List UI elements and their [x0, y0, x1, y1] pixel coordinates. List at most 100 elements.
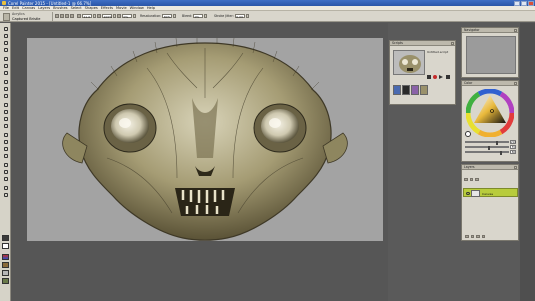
dab-type-icon[interactable]: [60, 13, 64, 18]
script-name[interactable]: Untitled.script: [427, 50, 448, 54]
document-canvas[interactable]: [27, 38, 383, 241]
menu-brushes[interactable]: Brushes: [53, 6, 67, 10]
brush-category[interactable]: Acrylics: [12, 12, 25, 16]
method-icon[interactable]: [70, 13, 74, 18]
layer-row-canvas[interactable]: Canvas: [463, 188, 518, 197]
layer-mask-icon[interactable]: [476, 234, 480, 239]
bleed-field[interactable]: 0%: [193, 13, 204, 18]
stop-icon[interactable]: [427, 75, 431, 79]
script-thumb[interactable]: [402, 85, 410, 95]
transform-icon[interactable]: [2, 63, 9, 69]
paint-bucket-icon[interactable]: [2, 40, 9, 46]
value-slider[interactable]: [465, 151, 509, 155]
lasso-icon[interactable]: [2, 86, 9, 92]
script-thumb[interactable]: [420, 85, 428, 95]
nozzle-selector-icon[interactable]: [2, 278, 9, 284]
menu-canvas[interactable]: Canvas: [22, 6, 35, 10]
eraser-icon[interactable]: [2, 47, 9, 53]
hand-icon[interactable]: [2, 162, 9, 168]
scripts-panel-header[interactable]: Scripts: [390, 41, 455, 46]
scripts-panel-title: Scripts: [392, 41, 403, 45]
value-field[interactable]: 80: [510, 150, 516, 154]
layout-grid-icon[interactable]: [2, 192, 9, 198]
resaturation-arrow[interactable]: [173, 13, 177, 18]
hue-field[interactable]: 210: [510, 140, 516, 144]
script-thumb[interactable]: [393, 85, 401, 95]
menu-file[interactable]: File: [3, 6, 9, 10]
record-icon[interactable]: [433, 75, 437, 79]
grain-field[interactable]: 0%: [122, 13, 132, 18]
bleed-arrow[interactable]: [204, 13, 208, 18]
eye-icon[interactable]: [465, 191, 470, 195]
lock-icon[interactable]: [475, 177, 479, 182]
crop-icon[interactable]: [2, 70, 9, 76]
brush-tool-icon[interactable]: [2, 26, 9, 32]
rectangle-shape-icon[interactable]: [2, 116, 9, 122]
cloner-icon[interactable]: [2, 132, 9, 138]
pattern-selector-icon[interactable]: [2, 262, 9, 268]
menu-layers[interactable]: Layers: [38, 6, 50, 10]
color-panel-header[interactable]: Color: [462, 81, 518, 86]
pen-icon[interactable]: [2, 109, 9, 115]
rubber-stamp-icon[interactable]: [2, 139, 9, 145]
close-window-button[interactable]: [528, 0, 534, 6]
burn-icon[interactable]: [2, 153, 9, 159]
close-icon[interactable]: [450, 41, 454, 45]
gradient-selector-icon[interactable]: [2, 254, 9, 260]
navigator-preview[interactable]: [466, 36, 516, 74]
property-bar: Acrylics Captured Bristle 11.0 100% 0% R…: [0, 11, 535, 22]
stroke-jitter-field[interactable]: 0.00: [234, 13, 245, 18]
brush-variant[interactable]: Captured Bristle: [12, 17, 40, 21]
layers-panel-header[interactable]: Layers: [462, 165, 518, 170]
hue-slider[interactable]: [465, 141, 509, 145]
menu-effects[interactable]: Effects: [101, 6, 113, 10]
brush-icon[interactable]: [3, 12, 10, 21]
grain-arrow[interactable]: [133, 13, 136, 18]
additional-color-swatch[interactable]: [2, 243, 9, 249]
rect-select-icon[interactable]: [2, 79, 9, 85]
rotate-page-icon[interactable]: [2, 176, 9, 182]
maximize-button[interactable]: [521, 0, 527, 6]
zoom-icon[interactable]: [2, 169, 9, 175]
script-thumb[interactable]: [411, 85, 419, 95]
stroke-jitter-arrow[interactable]: [245, 13, 249, 18]
current-color-swatch[interactable]: [465, 131, 471, 137]
stroke-type-icon[interactable]: [65, 13, 69, 18]
menu-shapes[interactable]: Shapes: [85, 6, 98, 10]
opacity-field[interactable]: 100%: [102, 13, 112, 18]
resaturation-field[interactable]: 80%: [162, 13, 173, 18]
new-layer-icon[interactable]: [465, 234, 469, 239]
color-wheel[interactable]: [465, 88, 515, 138]
navigator-panel-header[interactable]: Navigator: [462, 28, 518, 33]
close-icon[interactable]: [513, 28, 517, 32]
menu-edit[interactable]: Edit: [12, 6, 19, 10]
menu-window[interactable]: Window: [130, 6, 144, 10]
close-icon[interactable]: [513, 165, 517, 169]
layer-adjuster-icon[interactable]: [2, 56, 9, 62]
new-group-icon[interactable]: [470, 234, 474, 239]
opacity-arrow[interactable]: [113, 13, 116, 18]
menu-select[interactable]: Select: [71, 6, 82, 10]
saturation-field[interactable]: 55: [510, 145, 516, 149]
opacity-icon[interactable]: [469, 177, 473, 182]
composite-method-icon[interactable]: [464, 177, 468, 182]
close-icon[interactable]: [513, 81, 517, 85]
dropper-tool-icon[interactable]: [2, 33, 9, 39]
magic-wand-icon[interactable]: [2, 93, 9, 99]
saturation-slider[interactable]: [465, 146, 509, 150]
reset-tool-icon[interactable]: [55, 13, 59, 18]
shape-selection-icon[interactable]: [2, 102, 9, 108]
paper-selector-icon[interactable]: [2, 270, 9, 276]
main-color-swatch[interactable]: [2, 235, 9, 241]
divine-proportion-icon[interactable]: [2, 185, 9, 191]
dodge-icon[interactable]: [2, 146, 9, 152]
size-arrow[interactable]: [93, 13, 96, 18]
delete-layer-icon[interactable]: [481, 234, 485, 239]
text-icon[interactable]: [2, 123, 9, 129]
minimize-button[interactable]: [514, 0, 520, 6]
step-icon[interactable]: [446, 75, 450, 79]
size-field[interactable]: 11.0: [82, 13, 92, 18]
menu-help[interactable]: Help: [147, 6, 155, 10]
menu-movie[interactable]: Movie: [116, 6, 127, 10]
play-icon[interactable]: [439, 75, 443, 79]
